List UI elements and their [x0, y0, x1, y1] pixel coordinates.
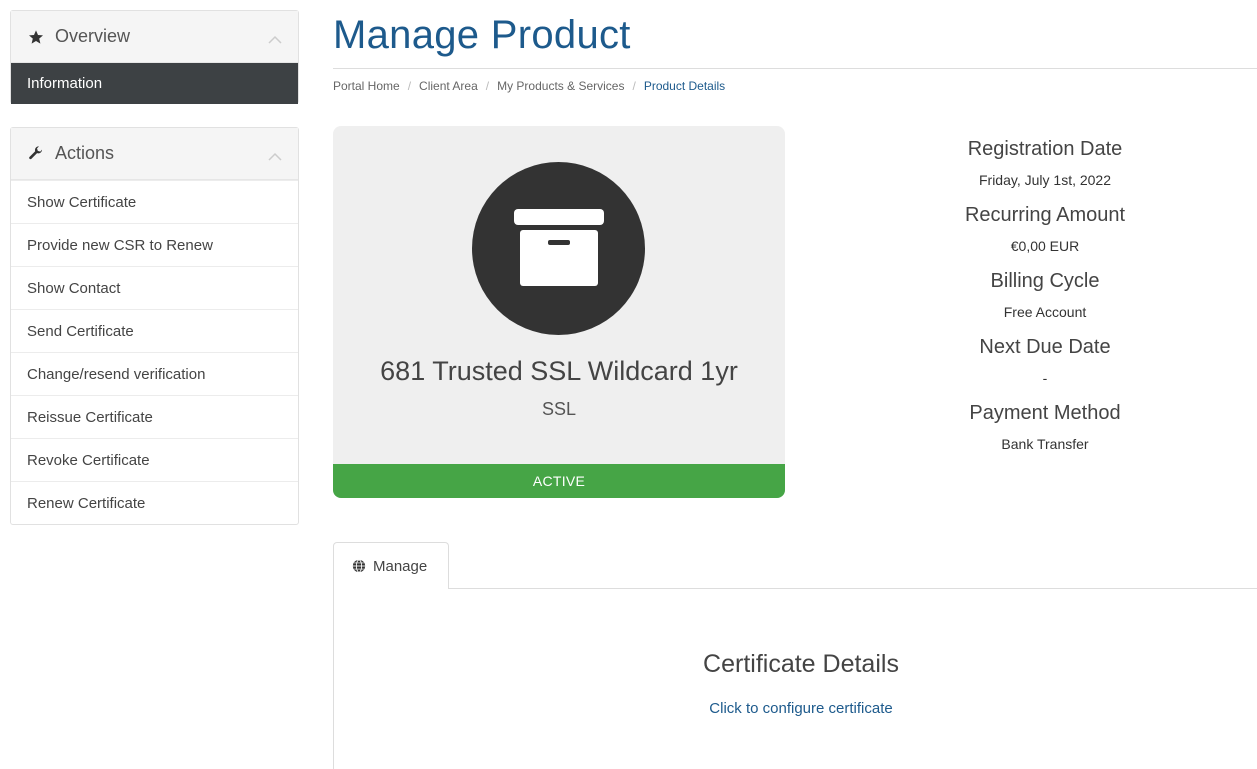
- status-badge: ACTIVE: [333, 464, 785, 498]
- tab-manage[interactable]: Manage: [333, 542, 449, 589]
- breadcrumb-separator: /: [407, 79, 412, 93]
- chevron-up-icon[interactable]: [268, 32, 282, 44]
- recurring-amount-value: €0,00 EUR: [1010, 238, 1080, 254]
- breadcrumb-separator: /: [485, 79, 490, 93]
- payment-method-value: Bank Transfer: [1001, 436, 1089, 452]
- archive-box-icon: [472, 162, 645, 335]
- breadcrumb-my-products[interactable]: My Products & Services: [497, 79, 624, 93]
- star-icon: [27, 28, 45, 46]
- breadcrumb-portal-home[interactable]: Portal Home: [333, 79, 400, 93]
- product-card: 681 Trusted SSL Wildcard 1yr SSL ACTIVE: [333, 126, 785, 498]
- product-details: Registration Date Friday, July 1st, 2022…: [905, 136, 1185, 466]
- billing-cycle-value: Free Account: [1003, 304, 1087, 320]
- title-divider: [333, 68, 1257, 69]
- actions-panel-header[interactable]: Actions: [11, 128, 298, 180]
- action-revoke-certificate[interactable]: Revoke Certificate: [11, 438, 298, 481]
- overview-panel: Overview Information: [10, 10, 299, 104]
- chevron-up-icon[interactable]: [268, 149, 282, 161]
- payment-method-label: Payment Method: [969, 402, 1121, 424]
- actions-panel: Actions Show Certificate Provide new CSR…: [10, 127, 299, 525]
- registration-date-value: Friday, July 1st, 2022: [978, 172, 1112, 188]
- globe-icon: [352, 559, 366, 573]
- recurring-amount-label: Recurring Amount: [964, 204, 1126, 226]
- product-name: 681 Trusted SSL Wildcard 1yr: [380, 356, 738, 386]
- action-renew-certificate[interactable]: Renew Certificate: [11, 481, 298, 524]
- action-change-resend-verification[interactable]: Change/resend verification: [11, 352, 298, 395]
- breadcrumb: Portal Home / Client Area / My Products …: [333, 79, 725, 93]
- actions-title: Actions: [55, 143, 115, 163]
- action-send-certificate[interactable]: Send Certificate: [11, 309, 298, 352]
- next-due-date-label: Next Due Date: [979, 336, 1111, 358]
- action-show-contact[interactable]: Show Contact: [11, 266, 298, 309]
- overview-title: Overview: [55, 26, 131, 46]
- registration-date-label: Registration Date: [967, 138, 1123, 160]
- billing-cycle-label: Billing Cycle: [990, 270, 1100, 292]
- sidebar-item-information[interactable]: Information: [11, 63, 298, 104]
- page-title: Manage Product: [333, 13, 631, 57]
- action-show-certificate[interactable]: Show Certificate: [11, 180, 298, 223]
- certificate-details-title: Certificate Details: [703, 650, 899, 678]
- action-reissue-certificate[interactable]: Reissue Certificate: [11, 395, 298, 438]
- breadcrumb-product-details: Product Details: [643, 79, 726, 93]
- next-due-date-value: -: [1042, 370, 1048, 386]
- configure-certificate-link[interactable]: Click to configure certificate: [333, 700, 1257, 717]
- overview-panel-header[interactable]: Overview: [11, 11, 298, 63]
- wrench-icon: [27, 145, 45, 163]
- breadcrumb-separator: /: [632, 79, 636, 93]
- action-provide-new-csr[interactable]: Provide new CSR to Renew: [11, 223, 298, 266]
- product-group: SSL: [541, 399, 577, 419]
- breadcrumb-client-area[interactable]: Client Area: [419, 79, 478, 93]
- tab-manage-label: Manage: [373, 557, 428, 575]
